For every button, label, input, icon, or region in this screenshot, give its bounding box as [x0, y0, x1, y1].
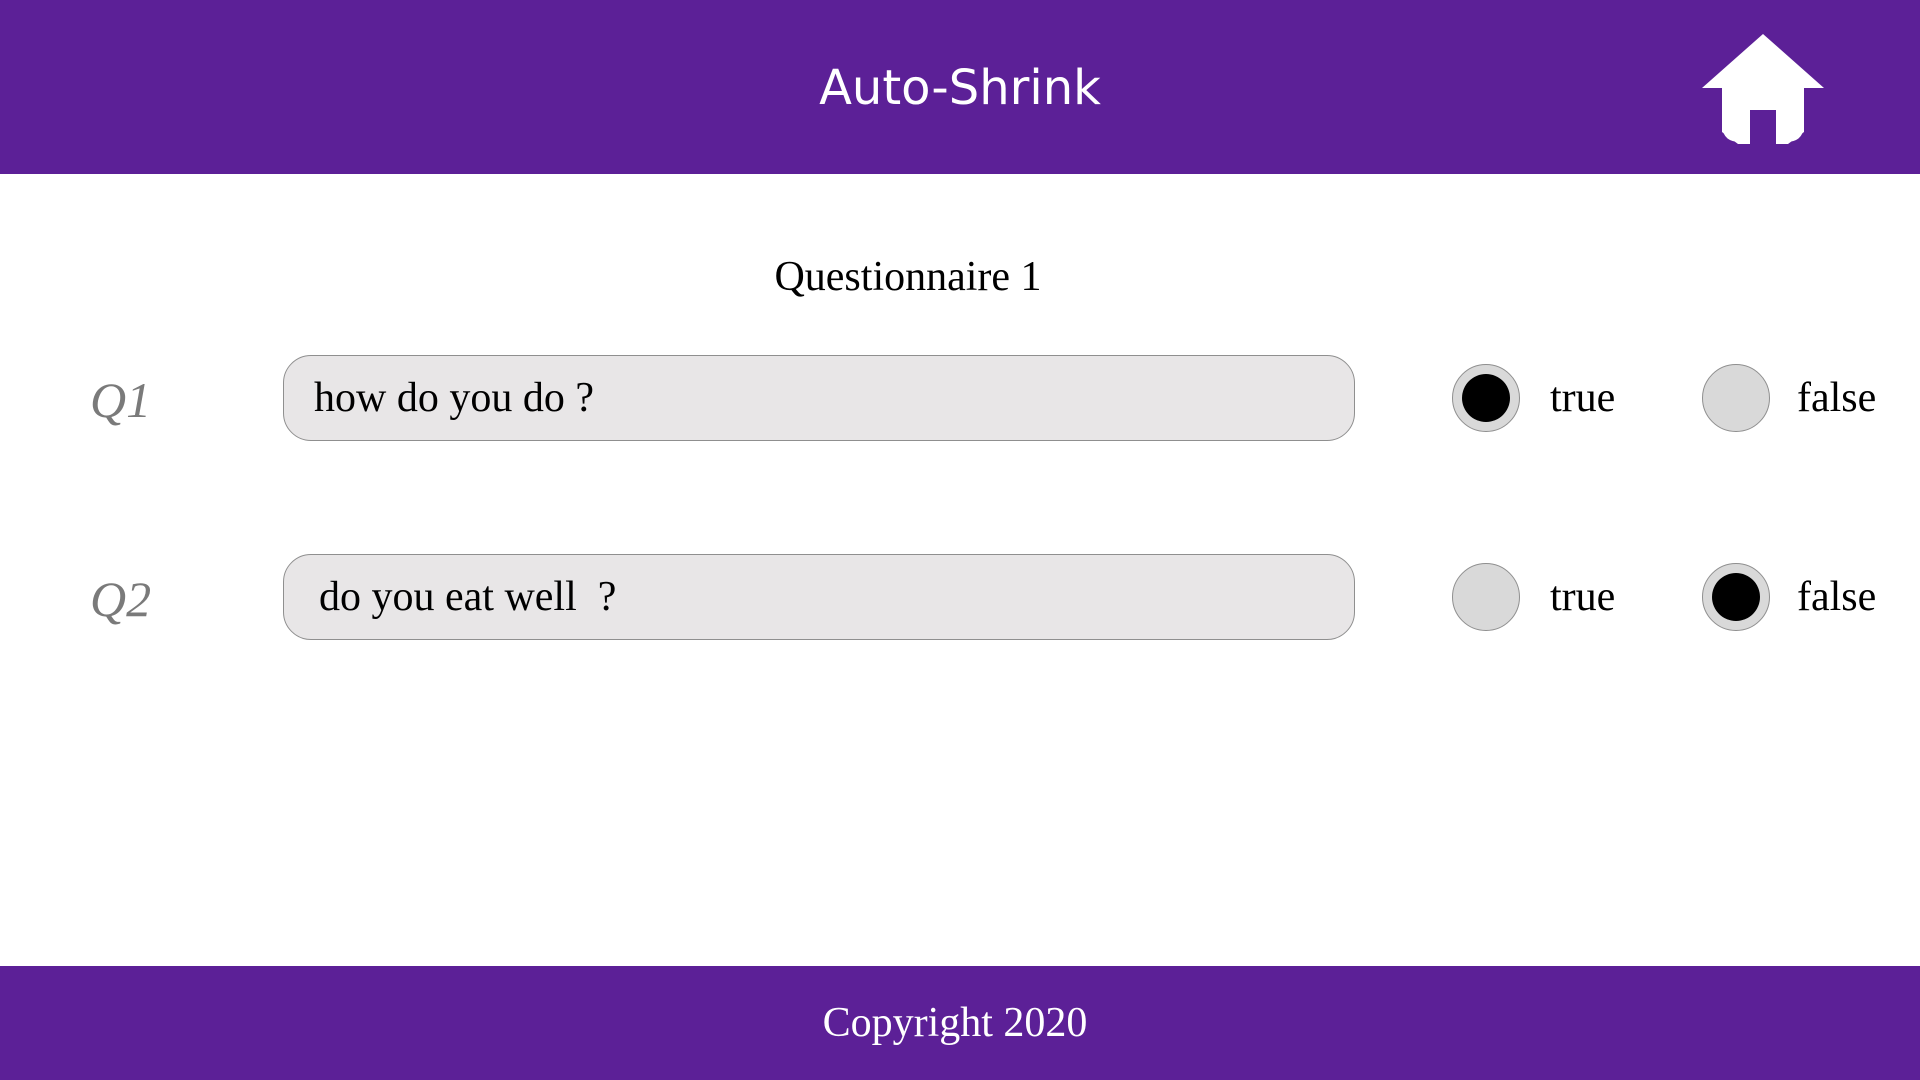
radio-label-false: false [1797, 574, 1877, 620]
radio-q1-true[interactable] [1452, 364, 1520, 432]
question-text-field[interactable] [283, 554, 1355, 640]
question-text-field[interactable] [283, 355, 1355, 441]
header-bar: Auto-Shrink [0, 0, 1920, 174]
question-label: Q2 [90, 571, 152, 627]
radio-selected-dot [1712, 573, 1760, 621]
radio-q1-false[interactable] [1702, 364, 1770, 432]
radio-selected-dot [1462, 374, 1510, 422]
radio-label-true: true [1550, 574, 1616, 620]
radio-label-false: false [1797, 375, 1877, 421]
page: Auto-Shrink Questionnaire 1 Q1 true fals… [0, 0, 1920, 1080]
radio-label-true: true [1550, 375, 1616, 421]
home-icon [1702, 34, 1824, 144]
radio-q2-false[interactable] [1702, 563, 1770, 631]
question-label: Q1 [90, 372, 152, 428]
app-title: Auto-Shrink [819, 60, 1101, 116]
radio-q2-true[interactable] [1452, 563, 1520, 631]
footer-bar: Copyright 2020 [0, 966, 1920, 1080]
copyright-text: Copyright 2020 [822, 1000, 1088, 1046]
page-title: Questionnaire 1 [774, 254, 1042, 300]
home-button[interactable] [1700, 32, 1826, 144]
